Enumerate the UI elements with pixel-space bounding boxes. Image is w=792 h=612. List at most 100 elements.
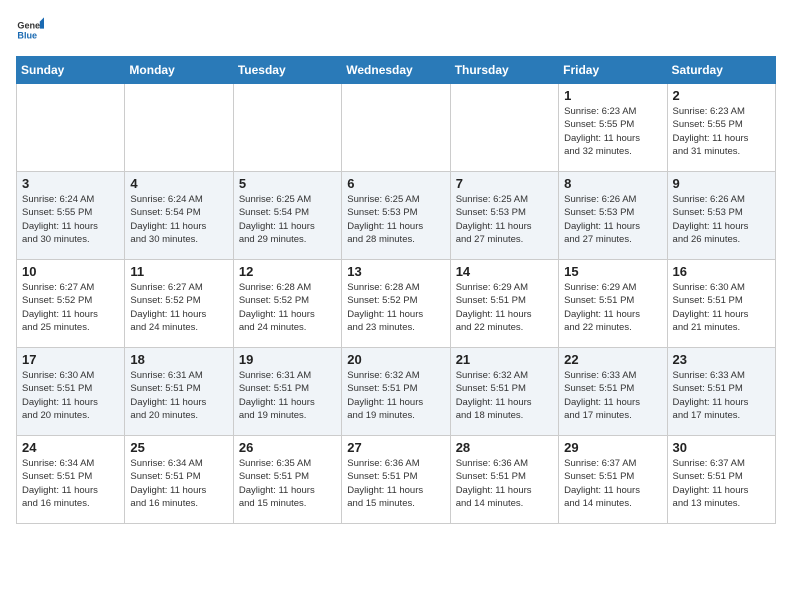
day-number: 3 [22, 176, 119, 191]
day-number: 15 [564, 264, 661, 279]
day-number: 11 [130, 264, 227, 279]
day-info: Sunrise: 6:30 AM Sunset: 5:51 PM Dayligh… [673, 281, 770, 334]
calendar-cell: 24 Sunrise: 6:34 AM Sunset: 5:51 PM Dayli… [17, 436, 125, 524]
day-number: 2 [673, 88, 770, 103]
day-info: Sunrise: 6:28 AM Sunset: 5:52 PM Dayligh… [239, 281, 336, 334]
day-info: Sunrise: 6:25 AM Sunset: 5:54 PM Dayligh… [239, 193, 336, 246]
day-info: Sunrise: 6:31 AM Sunset: 5:51 PM Dayligh… [239, 369, 336, 422]
day-info: Sunrise: 6:37 AM Sunset: 5:51 PM Dayligh… [564, 457, 661, 510]
calendar-cell: 10 Sunrise: 6:27 AM Sunset: 5:52 PM Dayli… [17, 260, 125, 348]
day-info: Sunrise: 6:37 AM Sunset: 5:51 PM Dayligh… [673, 457, 770, 510]
calendar-cell: 26Sunrise: 6:35 AM Sunset: 5:51 PM Dayli… [233, 436, 341, 524]
calendar-cell: 29 Sunrise: 6:37 AM Sunset: 5:51 PM Dayli… [559, 436, 667, 524]
day-number: 4 [130, 176, 227, 191]
day-number: 17 [22, 352, 119, 367]
calendar-cell: 19Sunrise: 6:31 AM Sunset: 5:51 PM Dayli… [233, 348, 341, 436]
day-number: 21 [456, 352, 553, 367]
calendar-cell: 25Sunrise: 6:34 AM Sunset: 5:51 PM Dayli… [125, 436, 233, 524]
day-info: Sunrise: 6:28 AM Sunset: 5:52 PM Dayligh… [347, 281, 444, 334]
calendar-cell: 15 Sunrise: 6:29 AM Sunset: 5:51 PM Dayli… [559, 260, 667, 348]
weekday-header-friday: Friday [559, 57, 667, 84]
calendar-cell: 7Sunrise: 6:25 AM Sunset: 5:53 PM Daylig… [450, 172, 558, 260]
day-number: 27 [347, 440, 444, 455]
weekday-header-wednesday: Wednesday [342, 57, 450, 84]
day-info: Sunrise: 6:24 AM Sunset: 5:54 PM Dayligh… [130, 193, 227, 246]
day-info: Sunrise: 6:33 AM Sunset: 5:51 PM Dayligh… [564, 369, 661, 422]
calendar-cell: 14 Sunrise: 6:29 AM Sunset: 5:51 PM Dayli… [450, 260, 558, 348]
day-info: Sunrise: 6:24 AM Sunset: 5:55 PM Dayligh… [22, 193, 119, 246]
weekday-header-tuesday: Tuesday [233, 57, 341, 84]
day-number: 20 [347, 352, 444, 367]
calendar-header-row: SundayMondayTuesdayWednesdayThursdayFrid… [17, 57, 776, 84]
day-number: 28 [456, 440, 553, 455]
calendar-week-4: 17 Sunrise: 6:30 AM Sunset: 5:51 PM Dayli… [17, 348, 776, 436]
calendar-cell: 3 Sunrise: 6:24 AM Sunset: 5:55 PM Daylig… [17, 172, 125, 260]
calendar-cell: 17 Sunrise: 6:30 AM Sunset: 5:51 PM Dayli… [17, 348, 125, 436]
day-info: Sunrise: 6:25 AM Sunset: 5:53 PM Dayligh… [347, 193, 444, 246]
logo: General Blue [16, 16, 48, 44]
day-info: Sunrise: 6:26 AM Sunset: 5:53 PM Dayligh… [564, 193, 661, 246]
calendar-cell: 20 Sunrise: 6:32 AM Sunset: 5:51 PM Dayli… [342, 348, 450, 436]
day-number: 23 [673, 352, 770, 367]
day-info: Sunrise: 6:34 AM Sunset: 5:51 PM Dayligh… [22, 457, 119, 510]
day-number: 25 [130, 440, 227, 455]
day-number: 1 [564, 88, 661, 103]
day-number: 6 [347, 176, 444, 191]
calendar-cell: 16 Sunrise: 6:30 AM Sunset: 5:51 PM Dayli… [667, 260, 775, 348]
calendar-week-2: 3 Sunrise: 6:24 AM Sunset: 5:55 PM Daylig… [17, 172, 776, 260]
weekday-header-thursday: Thursday [450, 57, 558, 84]
calendar-cell [125, 84, 233, 172]
calendar-cell: 22 Sunrise: 6:33 AM Sunset: 5:51 PM Dayli… [559, 348, 667, 436]
day-info: Sunrise: 6:31 AM Sunset: 5:51 PM Dayligh… [130, 369, 227, 422]
calendar-cell [450, 84, 558, 172]
calendar-cell: 2 Sunrise: 6:23 AM Sunset: 5:55 PM Daylig… [667, 84, 775, 172]
day-info: Sunrise: 6:33 AM Sunset: 5:51 PM Dayligh… [673, 369, 770, 422]
day-info: Sunrise: 6:36 AM Sunset: 5:51 PM Dayligh… [456, 457, 553, 510]
calendar-cell: 13Sunrise: 6:28 AM Sunset: 5:52 PM Dayli… [342, 260, 450, 348]
weekday-header-saturday: Saturday [667, 57, 775, 84]
day-info: Sunrise: 6:27 AM Sunset: 5:52 PM Dayligh… [130, 281, 227, 334]
calendar-cell: 30 Sunrise: 6:37 AM Sunset: 5:51 PM Dayli… [667, 436, 775, 524]
weekday-header-sunday: Sunday [17, 57, 125, 84]
calendar-cell: 5 Sunrise: 6:25 AM Sunset: 5:54 PM Daylig… [233, 172, 341, 260]
day-info: Sunrise: 6:32 AM Sunset: 5:51 PM Dayligh… [456, 369, 553, 422]
calendar-week-1: 1 Sunrise: 6:23 AM Sunset: 5:55 PM Daylig… [17, 84, 776, 172]
day-number: 18 [130, 352, 227, 367]
calendar-cell: 8 Sunrise: 6:26 AM Sunset: 5:53 PM Daylig… [559, 172, 667, 260]
day-number: 24 [22, 440, 119, 455]
day-info: Sunrise: 6:27 AM Sunset: 5:52 PM Dayligh… [22, 281, 119, 334]
calendar-week-5: 24 Sunrise: 6:34 AM Sunset: 5:51 PM Dayli… [17, 436, 776, 524]
day-info: Sunrise: 6:32 AM Sunset: 5:51 PM Dayligh… [347, 369, 444, 422]
calendar-cell: 27Sunrise: 6:36 AM Sunset: 5:51 PM Dayli… [342, 436, 450, 524]
calendar-cell: 23 Sunrise: 6:33 AM Sunset: 5:51 PM Dayli… [667, 348, 775, 436]
logo-icon: General Blue [16, 16, 44, 44]
calendar-table: SundayMondayTuesdayWednesdayThursdayFrid… [16, 56, 776, 524]
svg-text:Blue: Blue [17, 30, 37, 40]
calendar-cell: 4 Sunrise: 6:24 AM Sunset: 5:54 PM Daylig… [125, 172, 233, 260]
day-number: 22 [564, 352, 661, 367]
calendar-week-3: 10 Sunrise: 6:27 AM Sunset: 5:52 PM Dayli… [17, 260, 776, 348]
calendar-cell: 18 Sunrise: 6:31 AM Sunset: 5:51 PM Dayli… [125, 348, 233, 436]
day-number: 26 [239, 440, 336, 455]
calendar-cell: 9Sunrise: 6:26 AM Sunset: 5:53 PM Daylig… [667, 172, 775, 260]
day-number: 5 [239, 176, 336, 191]
calendar-cell: 11 Sunrise: 6:27 AM Sunset: 5:52 PM Dayli… [125, 260, 233, 348]
calendar-cell: 21 Sunrise: 6:32 AM Sunset: 5:51 PM Dayli… [450, 348, 558, 436]
day-number: 14 [456, 264, 553, 279]
day-info: Sunrise: 6:29 AM Sunset: 5:51 PM Dayligh… [456, 281, 553, 334]
day-number: 16 [673, 264, 770, 279]
day-number: 29 [564, 440, 661, 455]
day-number: 8 [564, 176, 661, 191]
page-header: General Blue [16, 16, 776, 44]
calendar-cell [342, 84, 450, 172]
day-number: 30 [673, 440, 770, 455]
day-info: Sunrise: 6:29 AM Sunset: 5:51 PM Dayligh… [564, 281, 661, 334]
calendar-cell: 1Sunrise: 6:23 AM Sunset: 5:55 PM Daylig… [559, 84, 667, 172]
day-number: 12 [239, 264, 336, 279]
day-number: 10 [22, 264, 119, 279]
calendar-cell: 6 Sunrise: 6:25 AM Sunset: 5:53 PM Daylig… [342, 172, 450, 260]
weekday-header-monday: Monday [125, 57, 233, 84]
day-info: Sunrise: 6:23 AM Sunset: 5:55 PM Dayligh… [673, 105, 770, 158]
day-info: Sunrise: 6:26 AM Sunset: 5:53 PM Dayligh… [673, 193, 770, 246]
day-info: Sunrise: 6:30 AM Sunset: 5:51 PM Dayligh… [22, 369, 119, 422]
